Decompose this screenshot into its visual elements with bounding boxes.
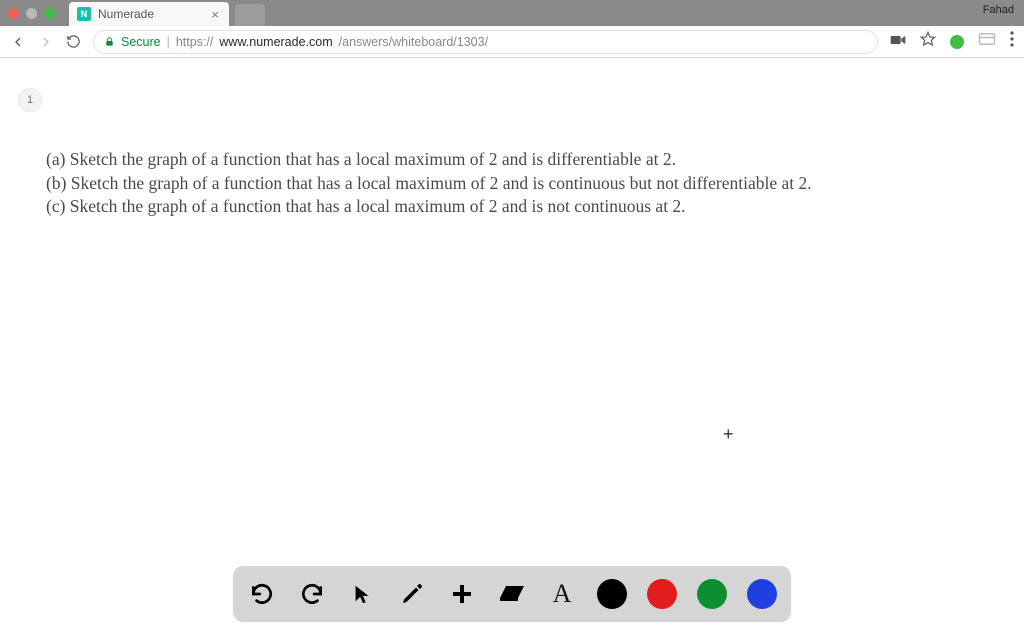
kebab-menu-icon[interactable]	[1010, 31, 1014, 52]
tab-title: Numerade	[98, 7, 204, 21]
problem-line-c: (c) Sketch the graph of a function that …	[46, 195, 978, 219]
color-swatch-black[interactable]	[597, 579, 627, 609]
pen-tool[interactable]	[397, 579, 427, 609]
whiteboard-toolbar: A	[233, 566, 791, 622]
add-tool[interactable]	[447, 579, 477, 609]
nav-back-button[interactable]	[10, 34, 26, 50]
browser-profile-label[interactable]: Fahad	[983, 4, 1014, 16]
secure-label: Secure	[121, 35, 161, 49]
pointer-tool[interactable]	[347, 579, 377, 609]
color-swatch-green[interactable]	[697, 579, 727, 609]
extension-icon[interactable]	[950, 35, 964, 49]
tab-favicon: N	[77, 7, 91, 21]
color-swatch-red[interactable]	[647, 579, 677, 609]
url-separator: |	[167, 35, 170, 49]
undo-button[interactable]	[247, 579, 277, 609]
window-controls	[8, 8, 55, 19]
text-tool[interactable]: A	[547, 579, 577, 609]
url-host: www.numerade.com	[219, 35, 332, 49]
nav-reload-button[interactable]	[66, 34, 81, 49]
nav-forward-button[interactable]	[38, 34, 54, 50]
color-swatch-blue[interactable]	[747, 579, 777, 609]
browser-toolbar: Secure | https:// www.numerade.com/answer…	[0, 26, 1024, 58]
url-protocol: https://	[176, 35, 214, 49]
cursor-crosshair-icon: +	[723, 424, 734, 445]
window-close-button[interactable]	[8, 8, 19, 19]
tab-close-icon[interactable]: ×	[211, 7, 219, 22]
page-number-badge[interactable]: 1	[18, 88, 42, 112]
camera-icon[interactable]	[890, 33, 906, 51]
lock-icon	[104, 36, 115, 47]
address-bar[interactable]: Secure | https:// www.numerade.com/answer…	[93, 30, 878, 54]
url-path: /answers/whiteboard/1303/	[339, 35, 488, 49]
redo-button[interactable]	[297, 579, 327, 609]
browser-tab-active[interactable]: N Numerade ×	[69, 2, 229, 26]
eraser-tool[interactable]	[497, 579, 527, 609]
toolbar-right-group	[890, 31, 1014, 52]
os-title-bar: N Numerade × Fahad	[0, 0, 1024, 26]
star-icon[interactable]	[920, 31, 936, 52]
window-maximize-button[interactable]	[44, 8, 55, 19]
problem-line-b: (b) Sketch the graph of a function that …	[46, 172, 978, 196]
problem-line-a: (a) Sketch the graph of a function that …	[46, 148, 978, 172]
browser-tab-inactive[interactable]	[235, 4, 265, 26]
card-icon[interactable]	[978, 32, 996, 51]
window-minimize-button[interactable]	[26, 8, 37, 19]
whiteboard-canvas[interactable]: (a) Sketch the graph of a function that …	[0, 58, 1024, 219]
